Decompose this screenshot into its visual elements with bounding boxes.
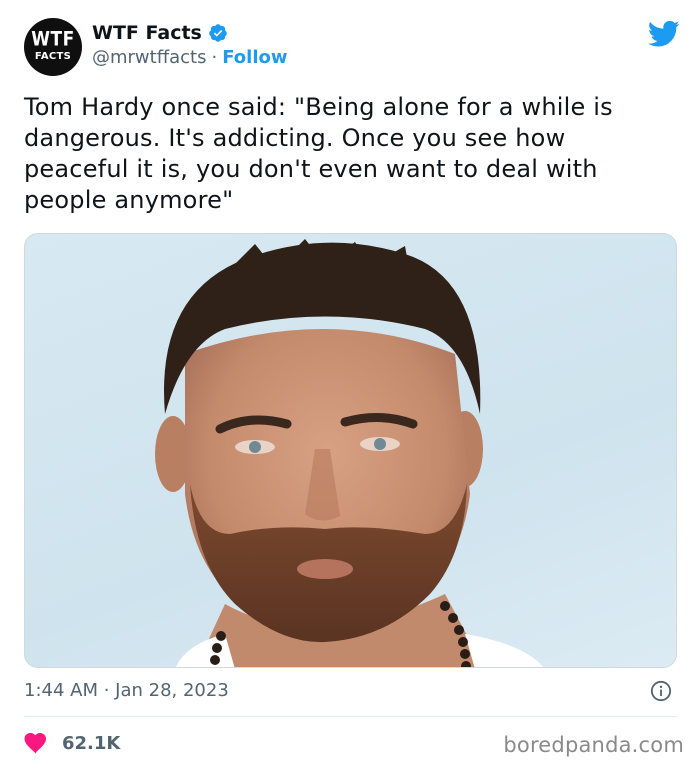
tweet-text: Tom Hardy once said: "Being alone for a … xyxy=(24,93,613,214)
avatar[interactable]: WTF FACTS xyxy=(24,18,82,76)
avatar-logo-text: WTF xyxy=(31,28,75,52)
avatar-logo-subtext: FACTS xyxy=(34,51,72,62)
like-count: 62.1K xyxy=(62,732,121,754)
account-names: WTF Facts @mrwtffacts · Follow xyxy=(92,22,288,68)
tweet-header: WTF FACTS WTF Facts @mrwtffacts · Follow xyxy=(24,18,680,78)
tweet-timestamp[interactable]: 1:44 AM · Jan 28, 2023 xyxy=(24,680,229,701)
display-name-row: WTF Facts xyxy=(92,22,288,44)
tweet-card: WTF FACTS WTF Facts @mrwtffacts · Follow… xyxy=(0,0,700,770)
tweet-photo[interactable] xyxy=(24,233,677,668)
separator-dot: · xyxy=(211,47,218,68)
handle-row: @mrwtffacts · Follow xyxy=(92,47,288,68)
heart-icon[interactable] xyxy=(24,732,48,754)
account-handle[interactable]: @mrwtffacts xyxy=(92,47,206,68)
like-action[interactable]: 62.1K xyxy=(24,732,120,754)
display-name[interactable]: WTF Facts xyxy=(92,22,202,44)
divider xyxy=(24,716,677,717)
watermark: boredpanda.com xyxy=(503,733,684,757)
twitter-bird-icon[interactable] xyxy=(648,20,680,48)
portrait-illustration xyxy=(155,239,544,667)
info-icon[interactable] xyxy=(650,680,672,702)
follow-button[interactable]: Follow xyxy=(222,47,287,68)
verified-badge-icon xyxy=(209,24,227,42)
